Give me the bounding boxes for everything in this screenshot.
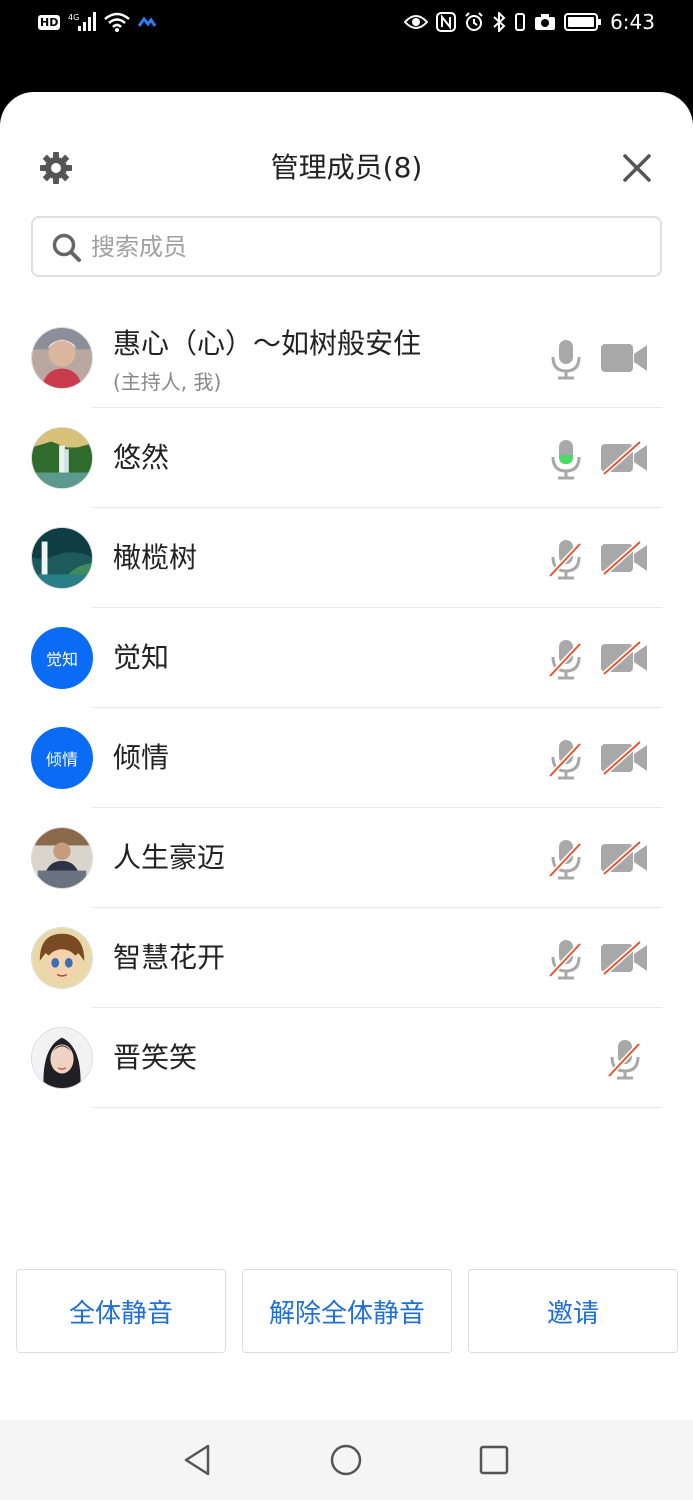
- avatar-photo: [32, 528, 92, 588]
- unmute-all-button[interactable]: 解除全体静音: [242, 1269, 452, 1353]
- avatar-photo: [32, 928, 92, 988]
- member-name: 觉知: [113, 641, 170, 674]
- camera-on-icon[interactable]: [600, 341, 648, 375]
- member-name: 人生豪迈: [113, 841, 226, 874]
- member-row[interactable]: 晋笑笑: [0, 1008, 693, 1108]
- avatar: 倾情: [31, 727, 93, 789]
- member-row[interactable]: 倾情 倾情: [0, 708, 693, 808]
- mute-all-button[interactable]: 全体静音: [16, 1269, 226, 1353]
- mic-on-icon[interactable]: [546, 338, 586, 380]
- clock: 6:43: [610, 10, 655, 34]
- sheet-header: 管理成员(8): [0, 92, 693, 202]
- camera-status-icon: [535, 14, 556, 30]
- member-row[interactable]: 惠心（心）～如树般安住 (主持人, 我): [0, 308, 693, 408]
- mic-off-icon[interactable]: [546, 938, 586, 980]
- member-name: 智慧花开: [113, 941, 226, 974]
- avatar-photo: [32, 328, 92, 388]
- member-name: 惠心（心）～如树般安住: [113, 327, 422, 360]
- avatar: [31, 927, 93, 989]
- page-title: 管理成员(8): [270, 151, 423, 184]
- row-divider: [92, 1107, 662, 1108]
- recents-icon[interactable]: [476, 1442, 512, 1478]
- member-name: 倾情: [113, 741, 170, 774]
- nfc-icon: [436, 12, 457, 32]
- avatar: [31, 327, 93, 389]
- search-icon: [52, 233, 81, 262]
- eye-icon: [404, 15, 429, 29]
- camera-off-icon[interactable]: [600, 541, 648, 575]
- action-bar: 全体静音 解除全体静音 邀请: [16, 1269, 678, 1353]
- close-button[interactable]: [617, 148, 657, 188]
- member-list: 惠心（心）～如树般安住 (主持人, 我) 悠然 橄榄树 觉知 觉知 倾情 倾情 …: [0, 308, 693, 1108]
- avatar-photo: [32, 1028, 92, 1088]
- mic-off-icon[interactable]: [546, 538, 586, 580]
- home-icon[interactable]: [328, 1442, 364, 1478]
- member-name: 悠然: [113, 441, 170, 474]
- alarm-icon: [465, 12, 483, 31]
- network-type: 4G: [68, 13, 79, 22]
- member-role: (主持人, 我): [113, 370, 222, 394]
- mic-off-icon[interactable]: [546, 738, 586, 780]
- manage-members-sheet: 管理成员(8) 惠心（心）～如树般安住: [0, 92, 693, 1420]
- system-nav-bar: [0, 1420, 693, 1500]
- vibrate-icon: [515, 13, 526, 31]
- avatar: [31, 827, 93, 889]
- avatar: [31, 527, 93, 589]
- mic-speaking-icon[interactable]: [546, 438, 586, 480]
- search-input[interactable]: [91, 218, 651, 275]
- member-row[interactable]: 觉知 觉知: [0, 608, 693, 708]
- member-row[interactable]: 橄榄树: [0, 508, 693, 608]
- mic-off-icon[interactable]: [605, 1038, 645, 1080]
- member-row[interactable]: 悠然: [0, 408, 693, 508]
- avatar-photo: [32, 428, 92, 488]
- avatar-photo: [32, 828, 92, 888]
- search-box[interactable]: [31, 216, 662, 277]
- camera-off-icon[interactable]: [600, 941, 648, 975]
- bluetooth-icon: [493, 12, 506, 32]
- mic-off-icon[interactable]: [546, 638, 586, 680]
- avatar: 觉知: [31, 627, 93, 689]
- hd-badge: HD: [38, 14, 61, 30]
- avatar-initials: 觉知: [45, 650, 78, 669]
- back-icon[interactable]: [180, 1442, 216, 1478]
- camera-off-icon[interactable]: [600, 441, 648, 475]
- wifi-icon: [104, 12, 131, 32]
- battery-icon: [564, 13, 602, 31]
- avatar-initials: 倾情: [45, 750, 78, 769]
- member-row[interactable]: 智慧花开: [0, 908, 693, 1008]
- cellular-signal-icon: 4G: [68, 12, 97, 31]
- meeting-app-icon: [138, 16, 157, 27]
- member-name: 橄榄树: [113, 541, 198, 574]
- invite-button[interactable]: 邀请: [468, 1269, 678, 1353]
- member-name: 晋笑笑: [113, 1041, 198, 1074]
- avatar: [31, 1027, 93, 1089]
- status-bar: HD 4G 6:43: [0, 0, 693, 50]
- close-icon: [623, 154, 651, 182]
- camera-off-icon[interactable]: [600, 841, 648, 875]
- avatar: [31, 427, 93, 489]
- camera-off-icon[interactable]: [600, 641, 648, 675]
- camera-off-icon[interactable]: [600, 741, 648, 775]
- mic-off-icon[interactable]: [546, 838, 586, 880]
- member-row[interactable]: 人生豪迈: [0, 808, 693, 908]
